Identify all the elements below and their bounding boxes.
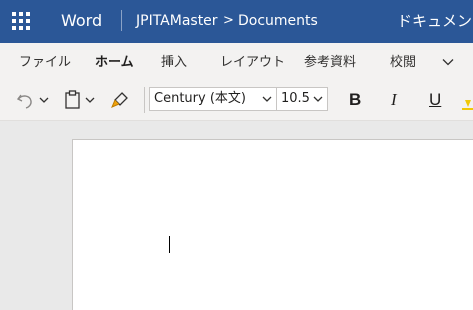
font-name-value: Century (本文) (154, 91, 246, 106)
paste-dropdown-chevron-icon[interactable] (84, 95, 96, 105)
italic-button[interactable]: I (391, 90, 397, 110)
breadcrumb-separator: > (223, 13, 234, 28)
more-tabs-chevron-icon[interactable] (441, 55, 455, 69)
breadcrumb-owner[interactable]: JPITAMaster (136, 12, 218, 30)
paste-icon[interactable] (63, 89, 83, 111)
bold-button[interactable]: B (349, 90, 361, 110)
undo-dropdown-chevron-icon[interactable] (38, 95, 50, 105)
document-title[interactable]: ドキュメント (397, 11, 473, 31)
ribbon-tabs: ファイル ホーム 挿入 レイアウト 参考資料 校閲 (0, 43, 473, 81)
underline-button[interactable]: U (429, 90, 441, 110)
title-bar: Word JPITAMaster > Documents ドキュメント (0, 0, 473, 43)
tab-file[interactable]: ファイル (19, 54, 71, 72)
font-size-dropdown[interactable]: 10.5 (276, 87, 328, 111)
app-name[interactable]: Word (61, 11, 102, 31)
tab-insert[interactable]: 挿入 (161, 54, 187, 72)
breadcrumb-folder[interactable]: Documents (238, 12, 318, 30)
font-size-chevron-icon (313, 96, 323, 102)
font-name-chevron-icon (262, 96, 272, 102)
undo-icon[interactable] (14, 89, 36, 111)
font-name-dropdown[interactable]: Century (本文) (149, 87, 277, 111)
font-size-value: 10.5 (281, 91, 310, 106)
tab-home[interactable]: ホーム (95, 54, 134, 72)
document-page[interactable] (72, 139, 473, 310)
app-launcher-icon[interactable] (12, 12, 31, 31)
tab-review[interactable]: 校閲 (390, 54, 416, 72)
tab-layout[interactable]: レイアウト (220, 54, 285, 72)
format-painter-icon[interactable] (109, 89, 131, 111)
toolbar-separator (144, 87, 145, 113)
tab-references[interactable]: 参考資料 (304, 54, 356, 72)
title-divider (121, 10, 122, 31)
active-tab-indicator (95, 33, 131, 35)
text-cursor (169, 236, 170, 253)
highlight-color-icon[interactable] (462, 98, 473, 110)
